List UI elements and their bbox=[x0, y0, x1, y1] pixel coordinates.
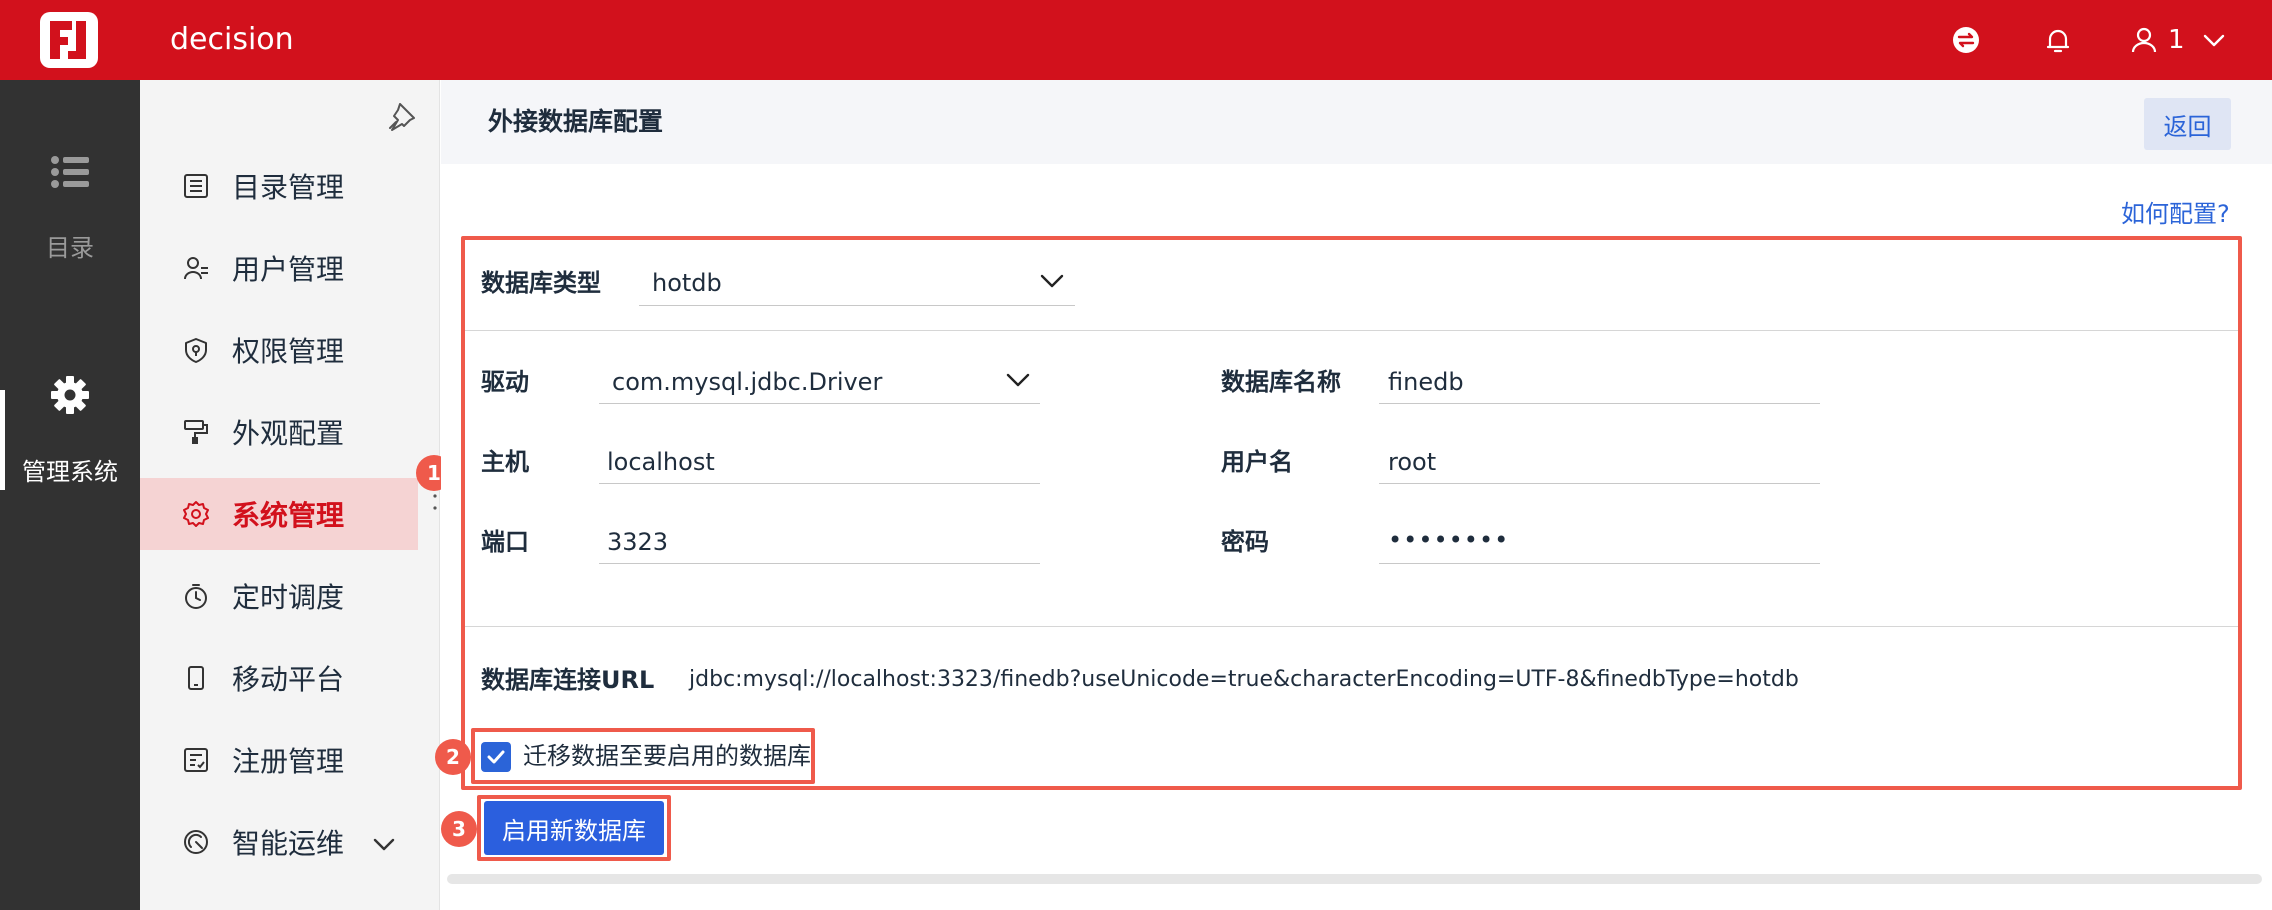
url-value: jdbc:mysql://localhost:3323/finedb?useUn… bbox=[689, 667, 1799, 692]
chevron-down-icon[interactable] bbox=[1039, 268, 1065, 298]
step-badge-2: 2 bbox=[435, 739, 471, 775]
main-content: 外接数据库配置 返回 如何配置? 数据库类型 hotdb 驱动 com.mysq… bbox=[435, 80, 2272, 910]
nav-label: 权限管理 bbox=[232, 335, 345, 368]
page-title: 外接数据库配置 bbox=[488, 107, 664, 136]
rail-item-directory[interactable]: 目录 bbox=[0, 154, 140, 263]
username-underline bbox=[1379, 483, 1820, 484]
top-bar: decision 1 bbox=[0, 0, 2272, 80]
bell-icon[interactable] bbox=[2040, 22, 2076, 58]
gear-icon bbox=[0, 374, 140, 422]
config-highlight-box bbox=[461, 236, 2242, 790]
nav-item-appearance-config[interactable]: 外观配置 bbox=[140, 396, 418, 468]
nav-item-intelligent-ops[interactable]: 智能运维 bbox=[140, 806, 418, 878]
driver-label: 驱动 bbox=[481, 368, 529, 396]
rail-label: 目录 bbox=[46, 234, 94, 262]
nav-item-mobile-platform[interactable]: 移动平台 bbox=[140, 642, 418, 714]
host-input[interactable]: localhost bbox=[607, 445, 715, 479]
db-name-input[interactable]: finedb bbox=[1388, 365, 1464, 399]
nav-item-registration[interactable]: 注册管理 bbox=[140, 724, 418, 796]
user-name[interactable]: 1 bbox=[2168, 22, 2185, 58]
port-input[interactable]: 3323 bbox=[607, 525, 668, 559]
list-icon bbox=[0, 154, 140, 196]
nav-label: 外观配置 bbox=[232, 417, 345, 450]
enable-new-database-button[interactable]: 启用新数据库 bbox=[484, 801, 664, 855]
nav-label: 用户管理 bbox=[232, 253, 345, 286]
nav-label: 目录管理 bbox=[232, 171, 345, 204]
timer-icon bbox=[180, 580, 212, 612]
nav-item-system-management[interactable]: 系统管理 bbox=[140, 478, 418, 550]
gear-icon bbox=[180, 498, 212, 530]
nav-label: 系统管理 bbox=[232, 499, 345, 532]
username-input[interactable]: root bbox=[1388, 445, 1436, 479]
primary-rail: 目录 管理系统 bbox=[0, 80, 140, 910]
chevron-down-icon[interactable] bbox=[1005, 367, 1031, 397]
host-underline bbox=[599, 483, 1040, 484]
driver-select[interactable]: com.mysql.jdbc.Driver bbox=[612, 365, 882, 399]
app-title: decision bbox=[170, 22, 294, 57]
back-button[interactable]: 返回 bbox=[2144, 98, 2231, 150]
shield-icon bbox=[180, 334, 212, 366]
paint-roller-icon bbox=[180, 416, 212, 448]
help-link[interactable]: 如何配置? bbox=[2121, 194, 2230, 229]
nav-item-scheduling[interactable]: 定时调度 bbox=[140, 560, 418, 632]
nav-item-directory-management[interactable]: 目录管理 bbox=[140, 150, 418, 222]
driver-underline bbox=[599, 403, 1040, 404]
nav-label: 移动平台 bbox=[232, 663, 345, 696]
password-input[interactable]: •••••••• bbox=[1388, 523, 1509, 557]
port-label: 端口 bbox=[481, 528, 529, 556]
nav-label: 注册管理 bbox=[232, 745, 345, 778]
rail-label: 管理系统 bbox=[22, 458, 118, 486]
db-type-select[interactable]: hotdb bbox=[652, 266, 722, 300]
secondary-nav: 目录管理 用户管理 权限管理 外观配置 系统管理 定时调度 移动平台 注册管理 … bbox=[140, 80, 440, 910]
db-type-underline bbox=[639, 305, 1075, 306]
horizontal-scrollbar[interactable] bbox=[447, 874, 2262, 884]
register-icon bbox=[180, 744, 212, 776]
host-label: 主机 bbox=[481, 448, 529, 476]
page-header: 外接数据库配置 返回 bbox=[441, 80, 2272, 164]
nav-label: 定时调度 bbox=[232, 581, 345, 614]
divider bbox=[465, 626, 2238, 627]
mobile-icon bbox=[180, 662, 212, 694]
migrate-checkbox[interactable] bbox=[481, 742, 511, 772]
switch-icon[interactable] bbox=[1948, 22, 1984, 58]
rail-item-admin[interactable]: 管理系统 bbox=[0, 374, 140, 487]
chevron-down-icon[interactable] bbox=[372, 830, 396, 863]
password-underline bbox=[1379, 563, 1820, 564]
pin-icon[interactable] bbox=[386, 98, 420, 132]
db-type-label: 数据库类型 bbox=[481, 269, 601, 297]
migrate-label[interactable]: 迁移数据至要启用的数据库 bbox=[523, 738, 811, 774]
chevron-down-icon[interactable] bbox=[2196, 22, 2232, 58]
db-name-label: 数据库名称 bbox=[1221, 368, 1341, 396]
logo-icon bbox=[40, 12, 98, 68]
nav-item-user-management[interactable]: 用户管理 bbox=[140, 232, 418, 304]
port-underline bbox=[599, 563, 1040, 564]
password-label: 密码 bbox=[1221, 528, 1269, 556]
ops-icon bbox=[180, 826, 212, 858]
nav-item-permission-management[interactable]: 权限管理 bbox=[140, 314, 418, 386]
user-icon[interactable] bbox=[2126, 22, 2162, 58]
db-name-underline bbox=[1379, 403, 1820, 404]
list-box-icon bbox=[180, 170, 212, 202]
url-label: 数据库连接URL bbox=[481, 666, 655, 694]
user-list-icon bbox=[180, 252, 212, 284]
step-badge-3: 3 bbox=[441, 811, 477, 847]
divider bbox=[465, 330, 2238, 331]
username-label: 用户名 bbox=[1221, 448, 1293, 476]
nav-label: 智能运维 bbox=[232, 827, 345, 860]
